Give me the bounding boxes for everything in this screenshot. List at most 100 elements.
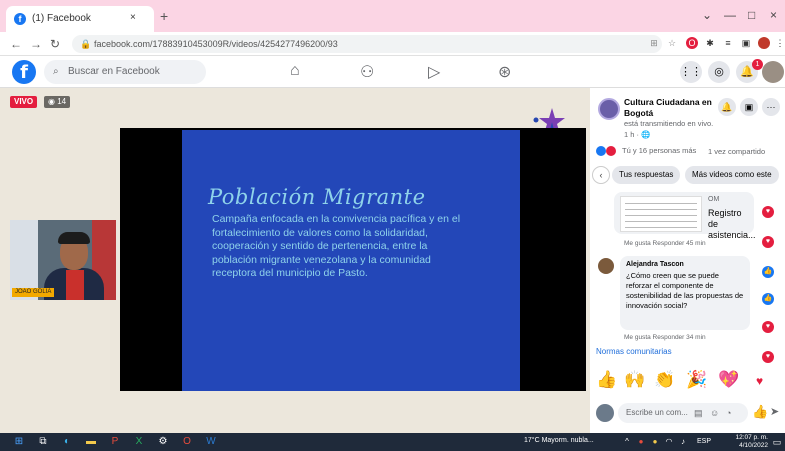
thumbs-up-sticker-icon[interactable]: 👍 <box>596 370 617 390</box>
settings-icon[interactable]: ⚙ <box>156 435 170 449</box>
viewer-count: ◉ 14 <box>44 96 71 108</box>
presenter-hair <box>58 232 90 244</box>
gif-icon[interactable]: ▤ <box>694 403 703 423</box>
page-avatar[interactable] <box>598 98 620 120</box>
edge-icon[interactable]: ◐ <box>60 435 74 449</box>
install-app-icon[interactable]: ⊞ <box>648 37 660 49</box>
notification-center-icon[interactable]: ▭ <box>770 435 784 449</box>
puzzle-extension-icon[interactable]: ✱ <box>704 37 716 49</box>
minimize-button[interactable]: — <box>724 8 736 22</box>
tray-app-icon[interactable]: ● <box>634 435 648 449</box>
send-icon[interactable]: ➤ <box>770 405 779 418</box>
tab-more-videos[interactable]: Más videos como este <box>685 166 779 184</box>
profile-avatar-icon[interactable] <box>758 37 770 49</box>
heart-reaction-icon[interactable]: ♥ <box>762 236 774 248</box>
system-clock[interactable]: 12:07 p. m. 4/10/2022 <box>728 434 768 450</box>
messenger-icon[interactable]: ◎ <box>708 61 730 83</box>
task-view-icon[interactable]: ⧉ <box>36 435 50 449</box>
profile-icon[interactable] <box>762 61 784 83</box>
reactions-summary[interactable]: Tú y 16 personas más <box>596 146 697 157</box>
volume-icon[interactable]: ♪ <box>676 435 690 449</box>
bravo-sticker-icon[interactable]: 🎉 <box>686 370 707 390</box>
comment-actions[interactable]: Me gusta Responder 34 min <box>624 334 706 341</box>
save-icon[interactable]: ▣ <box>740 98 758 116</box>
reload-icon[interactable]: ↻ <box>50 37 60 51</box>
reading-list-icon[interactable]: ≡ <box>722 37 734 49</box>
live-badge: VIVO <box>10 96 38 108</box>
shares-count[interactable]: 1 vez compartido <box>708 147 765 156</box>
commenter-avatar[interactable] <box>598 258 614 274</box>
live-video-player[interactable]: VIVO ◉ 14 Población Migrante Campaña enf… <box>0 88 590 433</box>
like-reaction-icon[interactable]: 👍 <box>762 266 774 278</box>
url-input[interactable]: 🔒 facebook.com/17883910453009R/videos/42… <box>72 35 662 53</box>
document-thumbnail[interactable] <box>620 196 702 232</box>
tab-your-responses[interactable]: Tus respuestas <box>612 166 681 184</box>
comment-sender: OM <box>708 196 720 203</box>
post-time: 1 h · 🌐 <box>624 130 651 139</box>
tab-search-button[interactable]: ⌄ <box>702 8 712 22</box>
like-reaction-icon[interactable]: 👍 <box>762 293 774 305</box>
search-icon: ⌕ <box>53 66 59 77</box>
close-window-button[interactable]: × <box>770 8 777 22</box>
home-icon[interactable]: ⌂ <box>290 62 300 80</box>
maximize-button[interactable]: □ <box>748 8 755 22</box>
heart-sticker-icon[interactable]: 💖 <box>718 370 739 390</box>
powerpoint-icon[interactable]: P <box>108 435 122 449</box>
reaction-stickers: 👍 🙌 👏 🎉 💖 ♥ <box>590 368 785 394</box>
commenter-name[interactable]: Alejandra Tascon <box>626 261 684 268</box>
like-sticker-icon[interactable]: 👏 <box>654 370 675 390</box>
like-reaction-icon <box>596 146 606 157</box>
more-options-icon[interactable]: ··· <box>762 98 780 116</box>
emoji-icon[interactable]: ☺ <box>710 403 719 423</box>
heart-reaction-icon[interactable]: ♥ <box>762 206 774 218</box>
browser-tab-bar: f (1) Facebook × + ⌄ — □ × <box>0 0 785 32</box>
presenter-stripe <box>66 270 84 300</box>
bookmark-star-icon[interactable]: ☆ <box>666 37 678 49</box>
cheering-sticker-icon[interactable]: 🙌 <box>624 370 645 390</box>
comment-actions[interactable]: Me gusta Responder 45 min <box>624 240 706 247</box>
start-icon[interactable]: ⊞ <box>12 435 26 449</box>
facebook-search-input[interactable]: ⌕ Buscar en Facebook <box>44 60 206 84</box>
slide-title: Población Migrante <box>208 185 426 209</box>
back-arrow-icon[interactable]: ← <box>10 37 22 51</box>
reactions-text: Tú y 16 personas más <box>622 146 697 155</box>
new-tab-button[interactable]: + <box>160 8 168 24</box>
watch-icon[interactable]: ▷ <box>428 62 440 82</box>
tray-app-icon[interactable]: ● <box>648 435 662 449</box>
heart-reaction-icon[interactable]: ♥ <box>756 374 763 388</box>
url-text: facebook.com/17883910453009R/videos/4254… <box>94 39 338 49</box>
heart-reaction-icon[interactable]: ♥ <box>762 351 774 363</box>
file-explorer-icon[interactable]: ▬ <box>84 435 98 449</box>
opera-icon[interactable]: O <box>180 435 194 449</box>
network-icon[interactable]: ◠ <box>662 435 676 449</box>
browser-tab[interactable]: f (1) Facebook × <box>6 6 154 32</box>
sticker-icon[interactable]: ◔ <box>726 403 731 423</box>
like-button-icon[interactable]: 👍 <box>752 404 768 420</box>
word-icon[interactable]: W <box>204 435 218 449</box>
bell-icon[interactable]: 🔔 <box>718 98 736 116</box>
page-name-link[interactable]: Cultura Ciudadana en Bogotá <box>624 97 716 119</box>
tab-close-button[interactable]: × <box>130 12 136 23</box>
menu-icon[interactable]: ⋮⋮ <box>680 61 702 83</box>
heart-reaction-icon[interactable]: ♥ <box>762 321 774 333</box>
opera-extension-icon[interactable]: O <box>686 37 698 49</box>
live-chat-panel: Cultura Ciudadana en Bogotá está transmi… <box>590 88 785 433</box>
tray-expand-icon[interactable]: ^ <box>620 435 634 449</box>
page-status: está transmitiendo en vivo. <box>624 119 714 128</box>
browser-menu-icon[interactable]: ⋮ <box>774 37 785 49</box>
facebook-header: f ⌕ Buscar en Facebook ⌂ ⚇ ▷ ⊛ ⋮⋮ ◎ 🔔 1 <box>0 56 785 88</box>
community-standards-link[interactable]: Normas comunitarias <box>596 347 672 356</box>
forward-arrow-icon[interactable]: → <box>30 37 42 51</box>
facebook-logo-icon[interactable]: f <box>12 60 36 84</box>
comment-input[interactable]: Escribe un com... ▤ ☺ ◔ <box>618 403 748 423</box>
comment-text: ¿Cómo creen que se puede reforzar el com… <box>626 271 744 310</box>
weather-widget[interactable]: 17°C Mayorm. nubla... <box>524 437 594 444</box>
friends-icon[interactable]: ⚇ <box>360 62 374 82</box>
chevron-left-icon[interactable]: ‹ <box>592 166 610 184</box>
search-placeholder: Buscar en Facebook <box>68 66 160 77</box>
groups-icon[interactable]: ⊛ <box>498 62 511 82</box>
language-indicator[interactable]: ESP <box>694 435 714 449</box>
excel-icon[interactable]: X <box>132 435 146 449</box>
sidebar-icon[interactable]: ▣ <box>740 37 752 49</box>
webcam-feed: JOAO GOLIA <box>10 220 116 300</box>
